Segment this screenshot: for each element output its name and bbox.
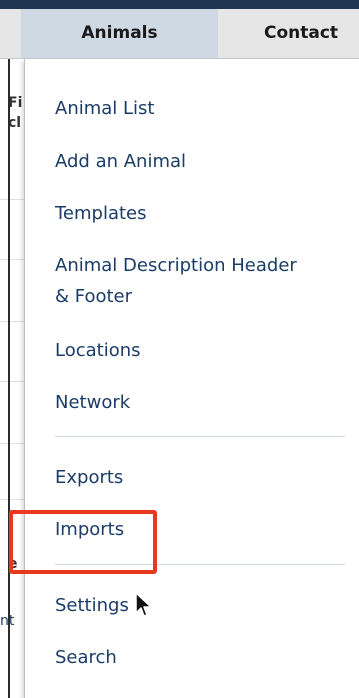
top-bar <box>0 0 359 9</box>
settings-highlight-box <box>9 510 157 574</box>
menu-item-exports[interactable]: Exports <box>55 464 123 491</box>
menu-item-animal-list[interactable]: Animal List <box>55 95 154 122</box>
background-page-strip: Fi cl e nt <box>0 59 25 698</box>
menu-item-network[interactable]: Network <box>55 389 130 416</box>
menu-item-templates[interactable]: Templates <box>55 200 147 227</box>
background-row-line <box>0 499 24 500</box>
menu-item-locations[interactable]: Locations <box>55 337 141 364</box>
background-row-line <box>0 443 24 444</box>
background-row-line <box>0 259 24 260</box>
page-border-line <box>8 59 10 698</box>
background-text: Fi <box>8 95 23 111</box>
menu-item-settings[interactable]: Settings <box>55 592 129 619</box>
menu-item-search[interactable]: Search <box>55 644 117 671</box>
menu-item-animal-description-footer[interactable]: & Footer <box>55 283 132 310</box>
menu-item-add-an-animal[interactable]: Add an Animal <box>55 148 186 175</box>
animals-dropdown-menu: Animal List Add an Animal Templates Anim… <box>24 59 359 698</box>
background-row-line <box>0 199 24 200</box>
pointer-cursor-icon <box>135 592 152 617</box>
background-row-line <box>0 381 24 382</box>
menu-divider <box>55 436 345 437</box>
main-nav: Animals Contact <box>0 9 359 59</box>
tab-animals[interactable]: Animals <box>21 9 218 58</box>
tab-contacts[interactable]: Contact <box>264 9 359 58</box>
background-row-line <box>0 321 24 322</box>
menu-item-animal-description-header[interactable]: Animal Description Header <box>55 252 297 279</box>
